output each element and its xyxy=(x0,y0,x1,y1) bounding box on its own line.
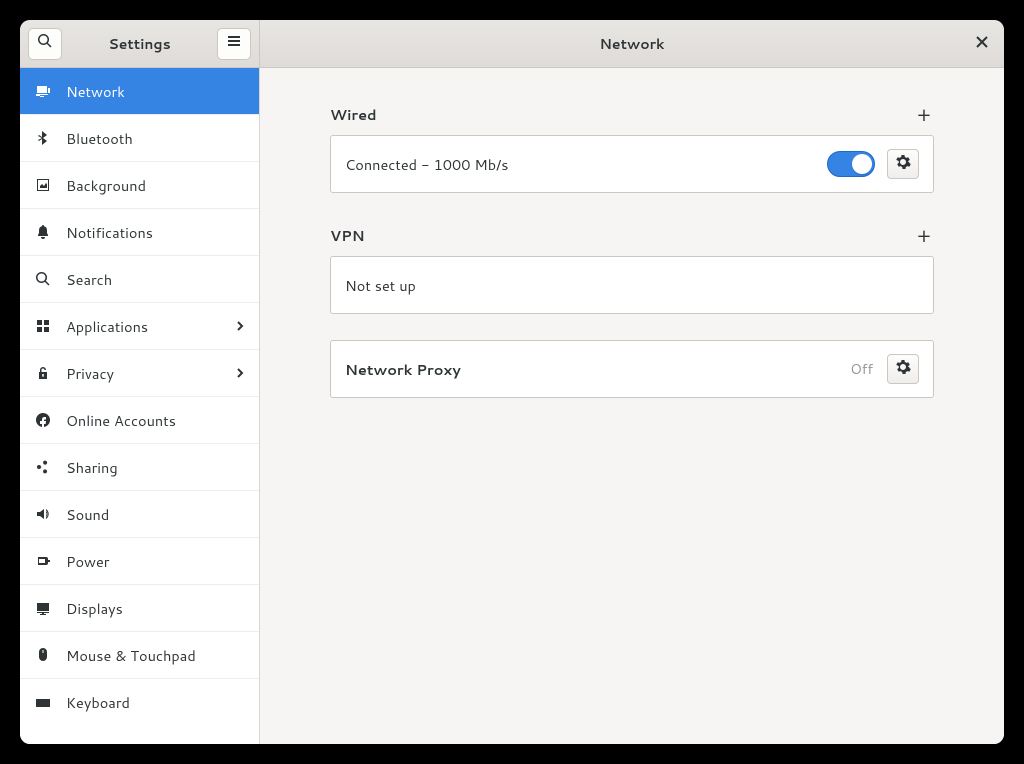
page-title: Network xyxy=(260,34,1004,54)
sidebar-item-search[interactable]: Search xyxy=(20,256,259,303)
vpn-title: VPN xyxy=(330,225,914,246)
keyboard-icon xyxy=(34,695,52,711)
close-button[interactable] xyxy=(968,30,996,58)
sidebar[interactable]: Network Bluetooth Background Notifications S… xyxy=(20,68,260,744)
bell-icon xyxy=(34,224,52,240)
menu-button[interactable] xyxy=(217,28,251,60)
sound-icon xyxy=(34,506,52,522)
background-icon xyxy=(34,177,52,193)
headerbar-sidebar: Settings xyxy=(20,20,260,67)
chevron-right-icon xyxy=(235,363,245,383)
gear-icon xyxy=(895,153,911,176)
wired-status-label: Connected - 1000 Mb/s xyxy=(345,154,827,175)
proxy-list: Network Proxy Off xyxy=(330,340,934,398)
sidebar-item-applications[interactable]: Applications xyxy=(20,303,259,350)
sidebar-item-label: Online Accounts xyxy=(66,410,245,431)
sidebar-item-label: Power xyxy=(66,551,245,572)
sharing-icon xyxy=(34,459,52,475)
sidebar-item-sound[interactable]: Sound xyxy=(20,491,259,538)
bluetooth-icon xyxy=(34,130,52,146)
sidebar-item-label: Sharing xyxy=(66,457,245,478)
sidebar-item-label: Displays xyxy=(66,598,245,619)
search-icon xyxy=(37,32,53,55)
sidebar-item-bluetooth[interactable]: Bluetooth xyxy=(20,115,259,162)
wired-title: Wired xyxy=(330,104,914,125)
proxy-title: Network Proxy xyxy=(345,359,850,380)
search-icon xyxy=(34,271,52,287)
plus-icon: + xyxy=(917,222,931,250)
headerbar: Settings Network xyxy=(20,20,1004,68)
sidebar-title: Settings xyxy=(68,34,211,54)
vpn-empty-row: Not set up xyxy=(331,257,933,313)
sidebar-item-power[interactable]: Power xyxy=(20,538,259,585)
sidebar-item-notifications[interactable]: Notifications xyxy=(20,209,259,256)
sidebar-item-mouse-touchpad[interactable]: Mouse & Touchpad xyxy=(20,632,259,679)
sidebar-item-keyboard[interactable]: Keyboard xyxy=(20,679,259,726)
gear-icon xyxy=(895,358,911,381)
sidebar-item-label: Privacy xyxy=(66,363,221,384)
sidebar-item-label: Network xyxy=(66,81,245,102)
displays-icon xyxy=(34,600,52,616)
content-area: Wired + Connected - 1000 Mb/s xyxy=(260,68,1004,744)
sidebar-item-label: Keyboard xyxy=(66,692,245,713)
sidebar-item-privacy[interactable]: Privacy xyxy=(20,350,259,397)
add-wired-button[interactable]: + xyxy=(914,105,934,125)
hamburger-icon xyxy=(226,32,242,55)
close-icon xyxy=(975,32,989,55)
window-body: Network Bluetooth Background Notifications S… xyxy=(20,68,1004,744)
power-icon xyxy=(34,553,52,569)
search-button[interactable] xyxy=(28,28,62,60)
sidebar-item-label: Notifications xyxy=(66,222,245,243)
wired-connection-row[interactable]: Connected - 1000 Mb/s xyxy=(331,136,933,192)
headerbar-main: Network xyxy=(260,20,1004,67)
online-accounts-icon xyxy=(34,412,52,428)
sidebar-item-label: Background xyxy=(66,175,245,196)
wired-settings-button[interactable] xyxy=(887,149,919,179)
wired-list: Connected - 1000 Mb/s xyxy=(330,135,934,193)
plus-icon: + xyxy=(917,101,931,129)
sidebar-item-label: Applications xyxy=(66,316,221,337)
vpn-section-header: VPN + xyxy=(330,225,934,246)
settings-window: Settings Network Network Bluetooth Backgro… xyxy=(20,20,1004,744)
proxy-row[interactable]: Network Proxy Off xyxy=(331,341,933,397)
vpn-status-label: Not set up xyxy=(345,275,919,296)
applications-icon xyxy=(34,318,52,334)
sidebar-item-label: Sound xyxy=(66,504,245,525)
sidebar-item-label: Search xyxy=(66,269,245,290)
sidebar-item-label: Mouse & Touchpad xyxy=(66,645,245,666)
sidebar-item-displays[interactable]: Displays xyxy=(20,585,259,632)
chevron-right-icon xyxy=(235,316,245,336)
wired-section-header: Wired + xyxy=(330,104,934,125)
add-vpn-button[interactable]: + xyxy=(914,226,934,246)
sidebar-item-network[interactable]: Network xyxy=(20,68,259,115)
privacy-icon xyxy=(34,365,52,381)
proxy-status: Off xyxy=(850,359,873,379)
network-icon xyxy=(34,83,52,99)
proxy-settings-button[interactable] xyxy=(887,354,919,384)
wired-switch[interactable] xyxy=(827,151,875,177)
sidebar-item-sharing[interactable]: Sharing xyxy=(20,444,259,491)
vpn-list: Not set up xyxy=(330,256,934,314)
mouse-icon xyxy=(34,647,52,663)
sidebar-item-online-accounts[interactable]: Online Accounts xyxy=(20,397,259,444)
sidebar-item-label: Bluetooth xyxy=(66,128,245,149)
sidebar-item-background[interactable]: Background xyxy=(20,162,259,209)
